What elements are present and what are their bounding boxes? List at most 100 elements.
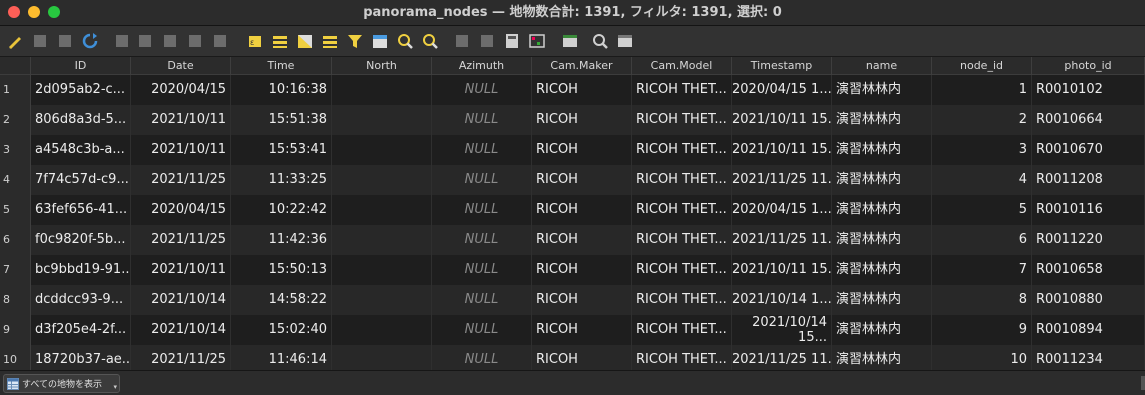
cell-id[interactable]: a4548c3b-a...: [31, 135, 131, 165]
cell-date[interactable]: 2021/10/14: [131, 285, 231, 315]
cell-model[interactable]: RICOH THET...: [632, 285, 732, 315]
column-header-date[interactable]: Date: [131, 57, 231, 75]
table-row[interactable]: 4 7f74c57d-c9... 2021/11/25 11:33:25 NULL RIC…: [0, 165, 1145, 195]
delete-field-button[interactable]: [477, 31, 497, 51]
table-view-button[interactable]: [615, 31, 635, 51]
cell-name[interactable]: 演習林林内: [832, 345, 932, 370]
cell-azimuth[interactable]: NULL: [432, 195, 532, 225]
cell-time[interactable]: 11:42:36: [231, 225, 332, 255]
resize-grip[interactable]: [1141, 376, 1145, 390]
cell-model[interactable]: RICOH THET...: [632, 255, 732, 285]
cell-timestamp[interactable]: 2021/10/14 1...: [732, 285, 832, 315]
column-header-north[interactable]: North: [332, 57, 432, 75]
column-header-timestamp[interactable]: Timestamp: [732, 57, 832, 75]
cell-timestamp[interactable]: 2020/04/15 1...: [732, 75, 832, 105]
row-number[interactable]: 3: [0, 135, 31, 165]
cell-id[interactable]: bc9bbd19-91...: [31, 255, 131, 285]
column-header-node-id[interactable]: node_id: [932, 57, 1032, 75]
row-number[interactable]: 8: [0, 285, 31, 315]
cell-maker[interactable]: RICOH: [532, 195, 632, 225]
column-header-id[interactable]: ID: [31, 57, 131, 75]
cell-timestamp[interactable]: 2020/04/15 1...: [732, 195, 832, 225]
row-number[interactable]: 7: [0, 255, 31, 285]
cell-azimuth[interactable]: NULL: [432, 165, 532, 195]
cell-timestamp[interactable]: 2021/11/25 11...: [732, 165, 832, 195]
table-row[interactable]: 10 18720b37-ae... 2021/11/25 11:46:14 NULL RI…: [0, 345, 1145, 370]
reload-table-button[interactable]: [80, 31, 100, 51]
cell-model[interactable]: RICOH THET...: [632, 75, 732, 105]
cell-photo-id[interactable]: R0011208: [1032, 165, 1145, 195]
cell-time[interactable]: 14:58:22: [231, 285, 332, 315]
cell-azimuth[interactable]: NULL: [432, 105, 532, 135]
cell-maker[interactable]: RICOH: [532, 255, 632, 285]
cell-name[interactable]: 演習林林内: [832, 195, 932, 225]
cell-node-id[interactable]: 3: [932, 135, 1032, 165]
cell-azimuth[interactable]: NULL: [432, 135, 532, 165]
cell-azimuth[interactable]: NULL: [432, 75, 532, 105]
cell-time[interactable]: 15:51:38: [231, 105, 332, 135]
cell-north[interactable]: [332, 105, 432, 135]
cell-north[interactable]: [332, 255, 432, 285]
cell-name[interactable]: 演習林林内: [832, 135, 932, 165]
cell-timestamp[interactable]: 2021/11/25 11...: [732, 225, 832, 255]
cell-id[interactable]: f0c9820f-5b...: [31, 225, 131, 255]
multi-edit-button[interactable]: [30, 31, 50, 51]
cell-timestamp[interactable]: 2021/10/11 15...: [732, 135, 832, 165]
cell-maker[interactable]: RICOH: [532, 105, 632, 135]
cell-name[interactable]: 演習林林内: [832, 255, 932, 285]
add-feature-button[interactable]: [112, 31, 132, 51]
cell-time[interactable]: 15:50:13: [231, 255, 332, 285]
cell-id[interactable]: dcddcc93-9...: [31, 285, 131, 315]
cell-date[interactable]: 2021/11/25: [131, 225, 231, 255]
cell-id[interactable]: 806d8a3d-5...: [31, 105, 131, 135]
cell-photo-id[interactable]: R0010102: [1032, 75, 1145, 105]
cell-name[interactable]: 演習林林内: [832, 315, 932, 345]
cell-date[interactable]: 2021/11/25: [131, 165, 231, 195]
table-row[interactable]: 2 806d8a3d-5... 2021/10/11 15:51:38 NULL RICO…: [0, 105, 1145, 135]
cell-time[interactable]: 10:22:42: [231, 195, 332, 225]
cell-photo-id[interactable]: R0011234: [1032, 345, 1145, 370]
filter-select-button[interactable]: [345, 31, 365, 51]
cell-maker[interactable]: RICOH: [532, 135, 632, 165]
cell-node-id[interactable]: 7: [932, 255, 1032, 285]
column-header-maker[interactable]: Cam.Maker: [532, 57, 632, 75]
row-number[interactable]: 6: [0, 225, 31, 255]
table-row[interactable]: 8 dcddcc93-9... 2021/10/14 14:58:22 NULL RICO…: [0, 285, 1145, 315]
new-field-button[interactable]: [452, 31, 472, 51]
field-calculator-button[interactable]: [502, 31, 522, 51]
cell-north[interactable]: [332, 135, 432, 165]
invert-selection-button[interactable]: [295, 31, 315, 51]
cell-name[interactable]: 演習林林内: [832, 75, 932, 105]
cell-time[interactable]: 10:16:38: [231, 75, 332, 105]
cell-name[interactable]: 演習林林内: [832, 105, 932, 135]
column-header-name[interactable]: name: [832, 57, 932, 75]
cell-id[interactable]: 63fef656-41...: [31, 195, 131, 225]
cell-azimuth[interactable]: NULL: [432, 345, 532, 370]
cell-time[interactable]: 11:46:14: [231, 345, 332, 370]
cell-photo-id[interactable]: R0010894: [1032, 315, 1145, 345]
cell-id[interactable]: 7f74c57d-c9...: [31, 165, 131, 195]
cell-node-id[interactable]: 2: [932, 105, 1032, 135]
cell-date[interactable]: 2021/10/11: [131, 255, 231, 285]
table-row[interactable]: 5 63fef656-41... 2020/04/15 10:22:42 NULL RIC…: [0, 195, 1145, 225]
cell-node-id[interactable]: 1: [932, 75, 1032, 105]
cell-time[interactable]: 15:02:40: [231, 315, 332, 345]
select-by-expression-button[interactable]: ε: [245, 31, 265, 51]
cell-model[interactable]: RICOH THET...: [632, 135, 732, 165]
cell-name[interactable]: 演習林林内: [832, 165, 932, 195]
cell-model[interactable]: RICOH THET...: [632, 225, 732, 255]
cell-node-id[interactable]: 10: [932, 345, 1032, 370]
copy-button[interactable]: [185, 31, 205, 51]
cell-azimuth[interactable]: NULL: [432, 225, 532, 255]
show-all-features-dropdown[interactable]: すべての地物を表示 ▾: [3, 374, 120, 393]
cell-model[interactable]: RICOH THET...: [632, 105, 732, 135]
cut-button[interactable]: [160, 31, 180, 51]
save-edits-button[interactable]: [55, 31, 75, 51]
cell-time[interactable]: 15:53:41: [231, 135, 332, 165]
cell-timestamp[interactable]: 2021/10/14 15...: [732, 315, 832, 345]
cell-north[interactable]: [332, 315, 432, 345]
toggle-editing-pencil-button[interactable]: [5, 31, 25, 51]
move-selection-top-button[interactable]: [370, 31, 390, 51]
conditional-formatting-button[interactable]: [527, 31, 547, 51]
cell-azimuth[interactable]: NULL: [432, 315, 532, 345]
